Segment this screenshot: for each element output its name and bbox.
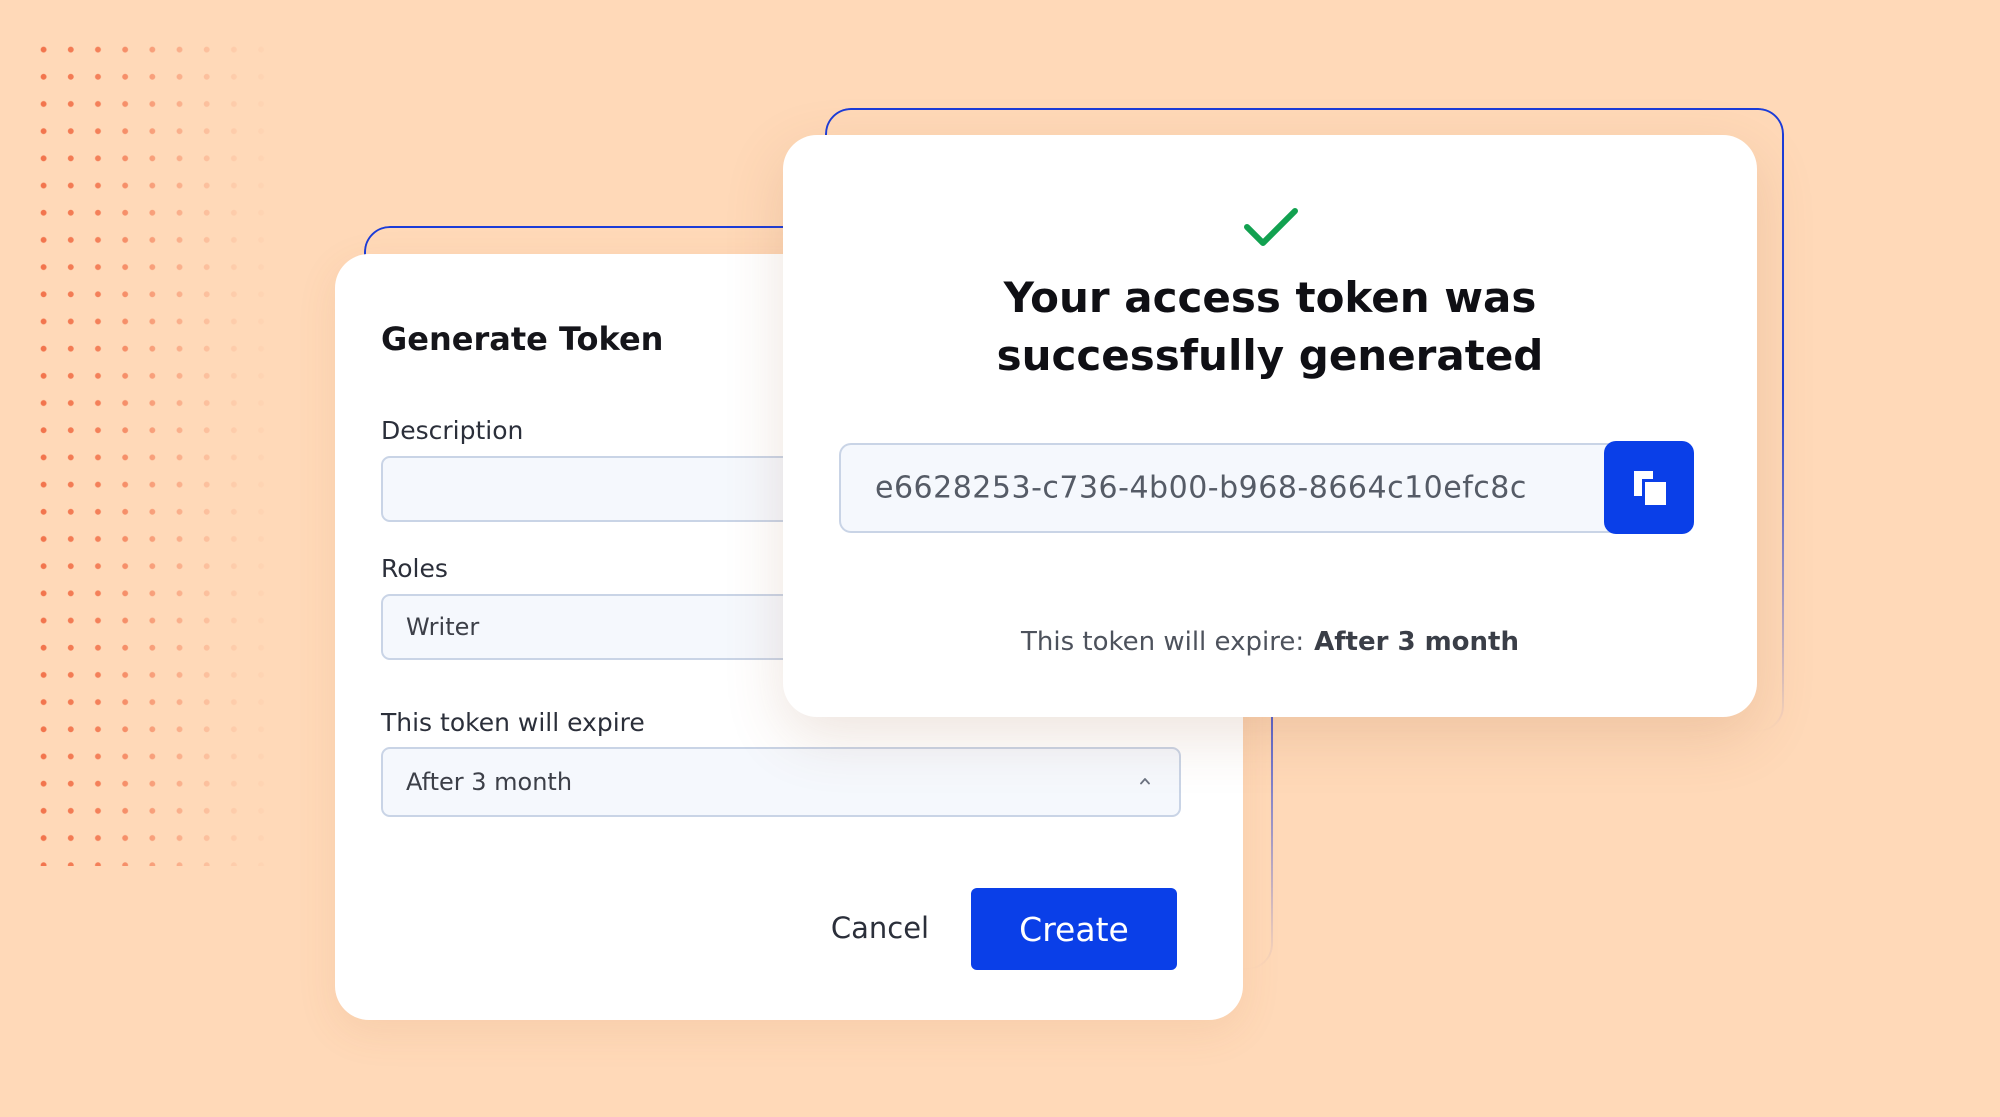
dialog-title: Generate Token (381, 320, 664, 358)
check-icon (1244, 208, 1298, 246)
expire-value: After 3 month (406, 768, 573, 796)
token-field[interactable]: e6628253-c736-4b00-b968-8664c10efc8c (839, 443, 1639, 533)
success-title-line-1: Your access token was (1003, 273, 1537, 322)
copy-icon (1634, 471, 1666, 505)
success-title: Your access token was successfully gener… (783, 269, 1757, 385)
expire-label: This token will expire (381, 708, 645, 737)
expire-info-value: After 3 month (1314, 627, 1519, 657)
expire-info-label: This token will expire: (1020, 627, 1305, 657)
roles-value: Writer (406, 613, 480, 641)
description-label: Description (381, 416, 524, 445)
chevron-up-icon[interactable] (1139, 775, 1151, 787)
copy-button[interactable] (1604, 441, 1694, 534)
token-success-dialog: Your access token was successfully gener… (783, 135, 1757, 717)
roles-label: Roles (381, 554, 448, 583)
cancel-button[interactable]: Cancel (810, 888, 950, 968)
expire-select[interactable]: After 3 month (381, 747, 1181, 817)
token-value[interactable]: e6628253-c736-4b00-b968-8664c10efc8c (875, 471, 1527, 506)
create-button[interactable]: Create (971, 888, 1177, 970)
expire-info: This token will expire: After 3 month (783, 627, 1757, 657)
success-title-line-2: successfully generated (996, 331, 1544, 380)
dot-pattern-decoration (30, 36, 270, 866)
